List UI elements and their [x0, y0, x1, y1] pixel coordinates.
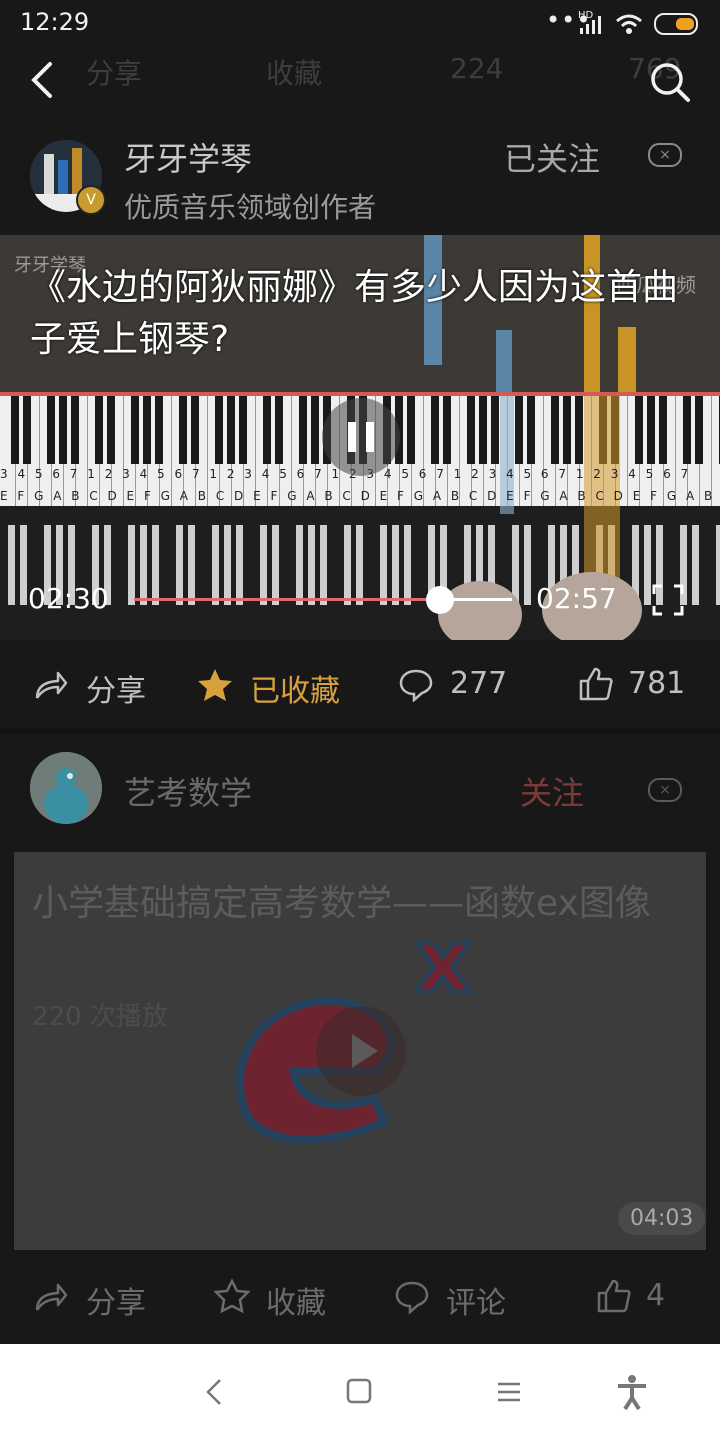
search-icon[interactable] — [648, 60, 692, 104]
key-letter-row: E F G A B C D E F G A B C D E F G A B C … — [0, 489, 716, 503]
play-icon — [352, 1034, 378, 1068]
author-name[interactable]: 艺考数学 — [124, 768, 252, 814]
play-count: 220 次播放 — [32, 1002, 168, 1032]
system-nav-bar — [0, 1344, 720, 1440]
favorited-button[interactable]: 已收藏 — [250, 666, 340, 710]
video-title: 小学基础搞定高考数学——函数ex图像 — [32, 883, 651, 924]
back-arrow-icon[interactable] — [22, 58, 62, 102]
author-name[interactable]: 牙牙学琴 — [124, 134, 252, 180]
video-title: 《水边的阿狄丽娜》有多少人因为这首曲子爱上钢琴? — [30, 267, 679, 360]
status-bar: 12:29 ••• HD — [0, 0, 720, 50]
favorite-button[interactable]: 收藏 — [266, 1278, 326, 1322]
nav-back-icon[interactable] — [196, 1374, 232, 1410]
accessibility-icon[interactable] — [612, 1372, 652, 1412]
feed-divider — [0, 728, 720, 734]
ghost-action-row: 分享 收藏 224 769 — [0, 50, 720, 100]
author-avatar[interactable] — [30, 752, 102, 824]
share-icon[interactable] — [34, 668, 68, 702]
current-time: 02:30 — [28, 582, 109, 615]
progress-knob[interactable] — [426, 586, 455, 614]
author-subtitle: 优质音乐领域创作者 — [124, 191, 377, 224]
share-button[interactable]: 分享 — [86, 1278, 146, 1322]
comment-count[interactable]: 277 — [450, 666, 507, 701]
comment-icon[interactable] — [398, 668, 434, 702]
ghost-share-label: 分享 — [86, 57, 143, 90]
nav-home-icon[interactable] — [344, 1376, 376, 1408]
progress-played — [134, 598, 441, 601]
pause-button[interactable] — [322, 398, 400, 476]
signal-icon — [580, 16, 601, 34]
like-icon[interactable] — [578, 666, 614, 702]
verified-badge-icon: V — [76, 185, 106, 215]
star-outline-icon[interactable] — [214, 1278, 250, 1314]
status-time: 12:29 — [20, 8, 90, 36]
share-icon[interactable] — [34, 1280, 68, 1314]
follow-button[interactable]: 关注 — [520, 768, 584, 814]
like-icon[interactable] — [596, 1278, 632, 1314]
battery-icon — [654, 13, 698, 35]
like-count[interactable]: 781 — [628, 666, 685, 701]
following-button[interactable]: 已关注 — [504, 134, 600, 180]
share-button[interactable]: 分享 — [86, 666, 146, 710]
video-duration: 04:03 — [618, 1202, 706, 1235]
pause-icon — [348, 422, 374, 452]
ghost-comment-count: 224 — [450, 52, 504, 85]
fullscreen-icon[interactable] — [652, 584, 684, 616]
comment-icon[interactable] — [394, 1280, 430, 1314]
ghost-favorite-label: 收藏 — [266, 57, 323, 90]
star-filled-icon[interactable] — [196, 666, 234, 704]
play-button[interactable] — [316, 1006, 406, 1096]
dismiss-icon[interactable]: × — [648, 778, 682, 802]
video-duration: 02:57 — [536, 582, 617, 615]
comment-button[interactable]: 评论 — [446, 1278, 506, 1322]
dismiss-icon[interactable]: × — [648, 143, 682, 167]
nav-menu-icon[interactable] — [492, 1376, 526, 1408]
like-count[interactable]: 4 — [646, 1278, 665, 1313]
wifi-icon — [616, 14, 642, 34]
